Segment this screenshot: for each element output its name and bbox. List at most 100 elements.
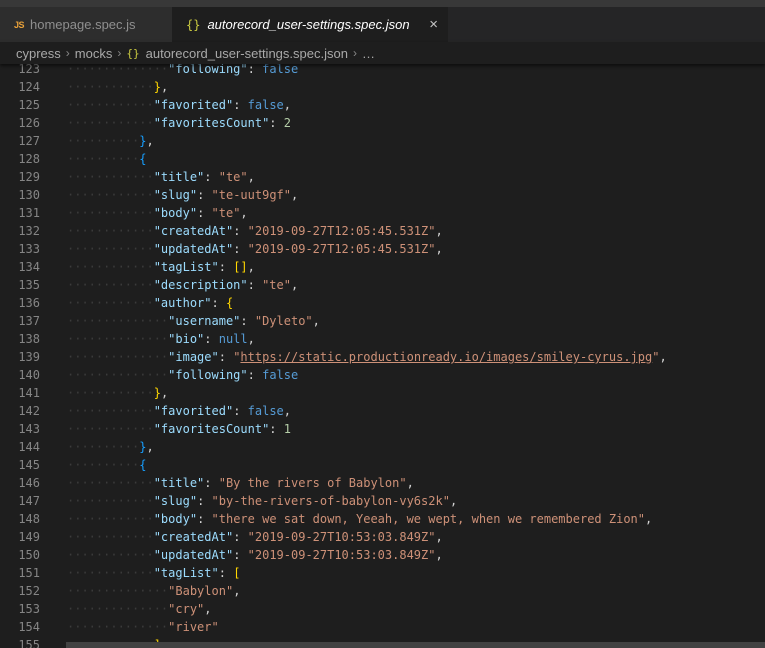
code-line[interactable]: 146 ············"title": "By the rivers o… xyxy=(0,474,765,492)
code-line[interactable]: 138 ··············"bio": null, xyxy=(0,330,765,348)
tab-homepage-spec-js[interactable]: JS homepage.spec.js xyxy=(0,7,172,42)
json-literal: false xyxy=(247,404,284,418)
code-line[interactable]: 133 ············"updatedAt": "2019-09-27T… xyxy=(0,240,765,258)
code-line[interactable]: 130 ············"slug": "te-uut9gf", xyxy=(0,186,765,204)
json-key: "following" xyxy=(168,62,248,76)
json-string: "By the rivers of Babylon" xyxy=(218,476,407,490)
code-line[interactable]: 125 ············"favorited": false, xyxy=(0,96,765,114)
line-content: ············"title": "By the rivers of B… xyxy=(67,474,414,492)
code-line[interactable]: 143 ············"favoritesCount": 1 xyxy=(0,420,765,438)
breadcrumb-item-file[interactable]: autorecord_user-settings.spec.json xyxy=(146,46,348,61)
punctuation: : xyxy=(204,332,219,346)
code-line[interactable]: 127 ··········}, xyxy=(0,132,765,150)
punctuation: : xyxy=(218,350,234,364)
line-number: 147 xyxy=(18,494,40,508)
punctuation: : xyxy=(204,170,219,184)
code-line[interactable]: 154 ··············"river" xyxy=(0,618,765,636)
breadcrumb-item-mocks[interactable]: mocks xyxy=(75,46,113,61)
code-line[interactable]: 145 ··········{ xyxy=(0,456,765,474)
code-line[interactable]: 129 ············"title": "te", xyxy=(0,168,765,186)
line-content: ··············"Babylon", xyxy=(67,582,240,600)
json-key: "favoritesCount" xyxy=(153,116,270,130)
whitespace-indicator: ············ xyxy=(67,260,154,274)
tab-autorecord-user-settings-json[interactable]: {} autorecord_user-settings.spec.json × xyxy=(172,7,448,42)
json-key: "title" xyxy=(153,170,205,184)
json-key: "updatedAt" xyxy=(153,548,234,562)
json-file-icon: {} xyxy=(126,46,140,60)
line-number: 137 xyxy=(18,314,40,328)
code-line[interactable]: 134 ············"tagList": [], xyxy=(0,258,765,276)
breadcrumb-item-cypress[interactable]: cypress xyxy=(16,46,61,61)
line-content: ··············"following": false xyxy=(67,366,298,384)
whitespace-indicator: ·········· xyxy=(67,152,140,166)
line-content: ············"body": "te", xyxy=(67,204,248,222)
json-string: "2019-09-27T12:05:45.531Z" xyxy=(247,224,436,238)
punctuation: , xyxy=(435,548,443,562)
whitespace-indicator: ·············· xyxy=(67,368,169,382)
punctuation: : xyxy=(247,368,263,382)
punctuation: : xyxy=(197,494,212,508)
json-key: "description" xyxy=(153,278,248,292)
bracket: { xyxy=(225,296,234,310)
code-line[interactable]: 152 ··············"Babylon", xyxy=(0,582,765,600)
code-line[interactable]: 136 ············"author": { xyxy=(0,294,765,312)
line-number: 139 xyxy=(18,350,40,364)
line-number: 135 xyxy=(18,278,40,292)
punctuation: , xyxy=(233,584,241,598)
whitespace-indicator: ·············· xyxy=(67,62,169,76)
code-line[interactable]: 150 ············"updatedAt": "2019-09-27T… xyxy=(0,546,765,564)
whitespace-indicator: ············ xyxy=(67,386,154,400)
line-number: 142 xyxy=(18,404,40,418)
code-line[interactable]: 140 ··············"following": false xyxy=(0,366,765,384)
breadcrumb-item-symbols[interactable]: … xyxy=(362,46,375,61)
bracket: } xyxy=(153,80,161,94)
close-icon[interactable]: × xyxy=(429,16,438,33)
line-content: ············"author": { xyxy=(67,294,233,312)
line-number: 143 xyxy=(18,422,40,436)
javascript-file-icon: JS xyxy=(14,19,25,30)
horizontal-scrollbar[interactable] xyxy=(66,642,765,648)
line-number: 141 xyxy=(18,386,40,400)
json-key: "favoritesCount" xyxy=(153,422,270,436)
json-link[interactable]: https://static.productionready.io/images… xyxy=(240,350,652,364)
punctuation: , xyxy=(406,476,414,490)
code-line[interactable]: 144 ··········}, xyxy=(0,438,765,456)
code-line[interactable]: 139 ··············"image": "https://stati… xyxy=(0,348,765,366)
code-editor[interactable]: 123 ··············"following": false 124 ··… xyxy=(0,60,765,648)
punctuation: , xyxy=(449,494,458,508)
line-content: ············"createdAt": "2019-09-27T12:… xyxy=(67,222,443,240)
whitespace-indicator: ············ xyxy=(67,494,154,508)
line-content: ··············"image": "https://static.p… xyxy=(67,348,667,366)
json-key: "createdAt" xyxy=(153,530,234,544)
json-key: "updatedAt" xyxy=(153,242,234,256)
code-line[interactable]: 132 ············"createdAt": "2019-09-27T… xyxy=(0,222,765,240)
punctuation: , xyxy=(435,224,443,238)
json-number: 2 xyxy=(283,116,291,130)
code-line[interactable]: 126 ············"favoritesCount": 2 xyxy=(0,114,765,132)
code-line[interactable]: 137 ··············"username": "Dyleto", xyxy=(0,312,765,330)
code-line[interactable]: 151 ············"tagList": [ xyxy=(0,564,765,582)
punctuation: : xyxy=(197,206,212,220)
punctuation: , xyxy=(146,440,154,454)
line-number: 131 xyxy=(18,206,40,220)
json-string: "te" xyxy=(262,278,291,292)
whitespace-indicator: ············ xyxy=(67,296,154,310)
code-line[interactable]: 128 ··········{ xyxy=(0,150,765,168)
punctuation: : xyxy=(247,62,263,76)
line-number: 138 xyxy=(18,332,40,346)
code-line[interactable]: 153 ··············"cry", xyxy=(0,600,765,618)
json-key: "bio" xyxy=(168,332,205,346)
code-line[interactable]: 131 ············"body": "te", xyxy=(0,204,765,222)
code-line[interactable]: 141 ············}, xyxy=(0,384,765,402)
code-line[interactable]: 148 ············"body": "there we sat dow… xyxy=(0,510,765,528)
line-content: ··········{ xyxy=(67,456,146,474)
code-line[interactable]: 142 ············"favorited": false, xyxy=(0,402,765,420)
line-number: 151 xyxy=(18,566,40,580)
json-string: "cry" xyxy=(168,602,205,616)
whitespace-indicator: ············ xyxy=(67,566,154,580)
code-line[interactable]: 147 ············"slug": "by-the-rivers-of… xyxy=(0,492,765,510)
code-line[interactable]: 149 ············"createdAt": "2019-09-27T… xyxy=(0,528,765,546)
code-line[interactable]: 124 ············}, xyxy=(0,78,765,96)
code-line[interactable]: 135 ············"description": "te", xyxy=(0,276,765,294)
punctuation: : xyxy=(269,422,284,436)
